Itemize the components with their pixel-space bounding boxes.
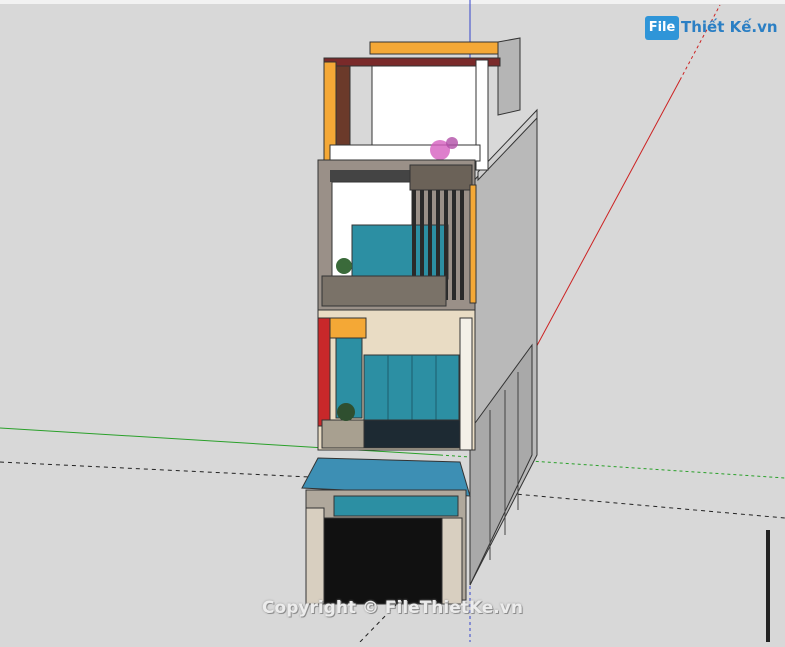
- roof-stair-side: [497, 37, 521, 116]
- flower-plant: [446, 137, 458, 149]
- brand-logo: File Thiết Kế.vn: [645, 14, 778, 44]
- roof-pergola: [323, 57, 501, 67]
- sketchup-viewport[interactable]: File Thiết Kế.vn Copyright © FileThietKe…: [0, 0, 785, 643]
- transom-window: [333, 495, 459, 517]
- ground-pillar-left: [305, 507, 325, 605]
- planter-plant: [337, 403, 355, 421]
- lamp-post: [766, 530, 770, 642]
- balcony-railing: [363, 419, 461, 449]
- roof-wall-white: [371, 65, 477, 147]
- planter-box: [321, 419, 365, 449]
- logo-name: Thiết Kế.vn: [681, 18, 778, 36]
- garage-opening[interactable]: [323, 517, 443, 605]
- balcony-plant: [336, 258, 352, 274]
- roof-parapet: [329, 144, 481, 162]
- model-canvas[interactable]: [0, 0, 785, 643]
- roof-canopy-orange: [369, 41, 499, 55]
- second-floor-column: [459, 317, 473, 451]
- orange-panel: [329, 317, 367, 339]
- black-axis-dashed: [0, 461, 331, 479]
- ground-pillar-right: [441, 517, 463, 605]
- roof-wood-slats: [335, 65, 351, 157]
- stone-box: [409, 164, 473, 191]
- toolbar-edge: [0, 0, 785, 4]
- third-floor-balcony-stone: [321, 275, 447, 307]
- copyright-watermark: Copyright © FileThietKe.vn: [262, 598, 523, 618]
- third-floor-glass-door[interactable]: [351, 224, 449, 280]
- logo-badge: File: [645, 16, 679, 40]
- orange-trim: [469, 184, 477, 304]
- red-column: [317, 317, 331, 427]
